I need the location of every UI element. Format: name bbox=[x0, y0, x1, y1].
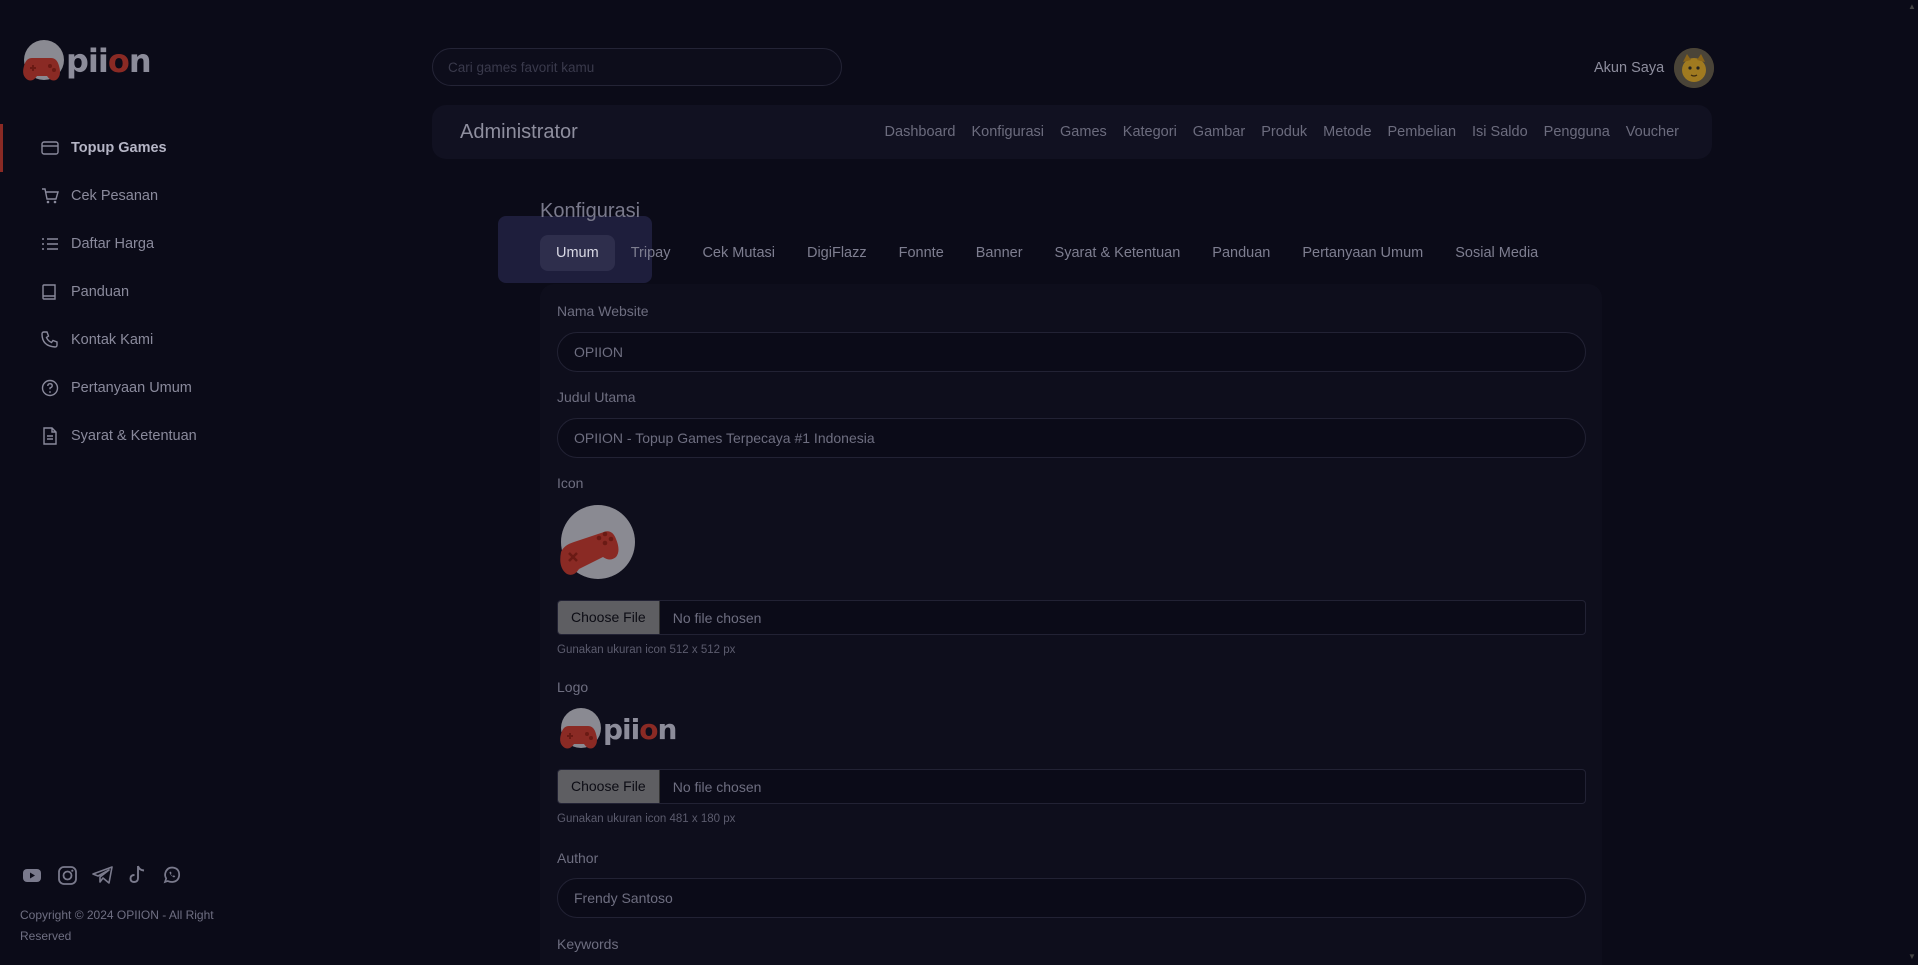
sidebar-item-syarat-ketentuan[interactable]: Syarat & Ketentuan bbox=[0, 412, 380, 460]
icon-label: Icon bbox=[557, 475, 584, 491]
tab-sosial-media[interactable]: Sosial Media bbox=[1439, 235, 1554, 271]
admin-menu-games[interactable]: Games bbox=[1060, 124, 1107, 140]
avatar[interactable] bbox=[1674, 48, 1715, 88]
sidebar-item-kontak-kami[interactable]: Kontak Kami bbox=[0, 316, 380, 364]
cart-icon bbox=[40, 186, 60, 206]
youtube-icon[interactable] bbox=[20, 863, 44, 887]
icon-choose-file-button[interactable]: Choose File bbox=[558, 601, 660, 634]
sidebar-item-label: Cek Pesanan bbox=[71, 188, 159, 204]
gamepad-logo-icon bbox=[23, 40, 64, 81]
tab-cek-mutasi[interactable]: Cek Mutasi bbox=[686, 235, 791, 271]
sidebar-item-label: Daftar Harga bbox=[71, 236, 155, 252]
icon-preview-image bbox=[560, 505, 635, 579]
admin-menu: Dashboard Konfigurasi Games Kategori Gam… bbox=[885, 124, 1679, 140]
copyright-text: Copyright © 2024 OPIION - All Right Rese… bbox=[20, 908, 214, 943]
admin-menu-gambar[interactable]: Gambar bbox=[1193, 124, 1245, 140]
admin-menu-isi-saldo[interactable]: Isi Saldo bbox=[1472, 124, 1528, 140]
sidebar-item-label: Panduan bbox=[71, 284, 130, 300]
scroll-up-icon[interactable]: ▲ bbox=[1908, 2, 1916, 11]
whatsapp-icon[interactable] bbox=[160, 863, 184, 887]
search-input[interactable] bbox=[432, 48, 842, 86]
scrollbar[interactable]: ▲ ▼ bbox=[1906, 0, 1918, 965]
document-icon bbox=[40, 426, 60, 446]
tab-tripay[interactable]: Tripay bbox=[615, 235, 687, 271]
sidebar-item-label: Pertanyaan Umum bbox=[71, 380, 192, 396]
tab-digiflazz[interactable]: DigiFlazz bbox=[791, 235, 883, 271]
keywords-label: Keywords bbox=[557, 936, 619, 952]
card-icon bbox=[40, 138, 60, 158]
logo-preview-text: piion bbox=[603, 712, 677, 746]
logo-file-status: No file chosen bbox=[672, 778, 762, 795]
tab-banner[interactable]: Banner bbox=[960, 235, 1039, 271]
icon-file-input[interactable]: Choose File No file chosen bbox=[557, 600, 1586, 635]
logo-label: Logo bbox=[557, 679, 589, 695]
nama-website-input[interactable] bbox=[557, 332, 1586, 372]
icon-file-status: No file chosen bbox=[672, 609, 762, 626]
account-label: Akun Saya bbox=[1594, 60, 1665, 76]
tab-panduan[interactable]: Panduan bbox=[1196, 235, 1286, 271]
gamepad-logo-icon bbox=[560, 708, 601, 749]
admin-menu-pengguna[interactable]: Pengguna bbox=[1544, 124, 1610, 140]
sidebar-item-pertanyaan-umum[interactable]: Pertanyaan Umum bbox=[0, 364, 380, 412]
admin-menu-dashboard[interactable]: Dashboard bbox=[885, 124, 956, 140]
admin-menu-konfigurasi[interactable]: Konfigurasi bbox=[971, 124, 1044, 140]
config-tabs: Umum Tripay Cek Mutasi DigiFlazz Fonnte … bbox=[540, 235, 1554, 271]
list-icon bbox=[40, 234, 60, 254]
icon-hint: Gunakan ukuran icon 512 x 512 px bbox=[557, 644, 736, 656]
tab-umum[interactable]: Umum bbox=[540, 235, 615, 271]
sidebar-item-label: Kontak Kami bbox=[71, 332, 154, 348]
admin-title: Administrator bbox=[460, 120, 578, 143]
admin-menu-pembelian[interactable]: Pembelian bbox=[1388, 124, 1457, 140]
logo[interactable]: piion bbox=[20, 38, 152, 84]
judul-utama-input[interactable] bbox=[557, 418, 1586, 458]
social-links bbox=[20, 863, 184, 887]
sidebar: piion Topup Games Cek Pesanan Daftar Har… bbox=[0, 0, 380, 965]
judul-utama-label: Judul Utama bbox=[557, 389, 636, 405]
tab-pertanyaan-umum[interactable]: Pertanyaan Umum bbox=[1286, 235, 1439, 271]
nama-website-label: Nama Website bbox=[557, 303, 649, 319]
logo-choose-file-button[interactable]: Choose File bbox=[558, 770, 660, 803]
telegram-icon[interactable] bbox=[90, 863, 114, 887]
logo-file-input[interactable]: Choose File No file chosen bbox=[557, 769, 1586, 804]
admin-bar: Administrator Dashboard Konfigurasi Game… bbox=[432, 105, 1712, 159]
sidebar-item-panduan[interactable]: Panduan bbox=[0, 268, 380, 316]
sidebar-item-label: Topup Games bbox=[71, 140, 167, 156]
section-title: Konfigurasi bbox=[540, 200, 641, 222]
question-icon bbox=[40, 378, 60, 398]
instagram-icon[interactable] bbox=[55, 863, 79, 887]
book-icon bbox=[40, 282, 60, 302]
sidebar-item-topup-games[interactable]: Topup Games bbox=[0, 124, 380, 172]
sidebar-item-label: Syarat & Ketentuan bbox=[71, 428, 197, 444]
admin-menu-voucher[interactable]: Voucher bbox=[1626, 124, 1679, 140]
sidebar-item-cek-pesanan[interactable]: Cek Pesanan bbox=[0, 172, 380, 220]
logo-hint: Gunakan ukuran icon 481 x 180 px bbox=[557, 813, 736, 825]
avatar-image bbox=[1674, 48, 1715, 88]
admin-menu-produk[interactable]: Produk bbox=[1261, 124, 1307, 140]
scroll-down-icon[interactable]: ▼ bbox=[1908, 952, 1916, 961]
admin-menu-kategori[interactable]: Kategori bbox=[1123, 124, 1177, 140]
phone-icon bbox=[40, 330, 60, 350]
sidebar-item-daftar-harga[interactable]: Daftar Harga bbox=[0, 220, 380, 268]
logo-text: piion bbox=[66, 42, 152, 80]
tab-syarat-ketentuan[interactable]: Syarat & Ketentuan bbox=[1039, 235, 1197, 271]
sidebar-nav: Topup Games Cek Pesanan Daftar Harga Pan… bbox=[0, 124, 380, 460]
admin-menu-metode[interactable]: Metode bbox=[1323, 124, 1371, 140]
logo-preview-image: piion bbox=[557, 706, 677, 752]
author-input[interactable] bbox=[557, 878, 1586, 918]
author-label: Author bbox=[557, 850, 599, 866]
tiktok-icon[interactable] bbox=[125, 863, 149, 887]
account-menu[interactable]: Akun Saya bbox=[1594, 48, 1715, 88]
tab-fonnte[interactable]: Fonnte bbox=[883, 235, 960, 271]
